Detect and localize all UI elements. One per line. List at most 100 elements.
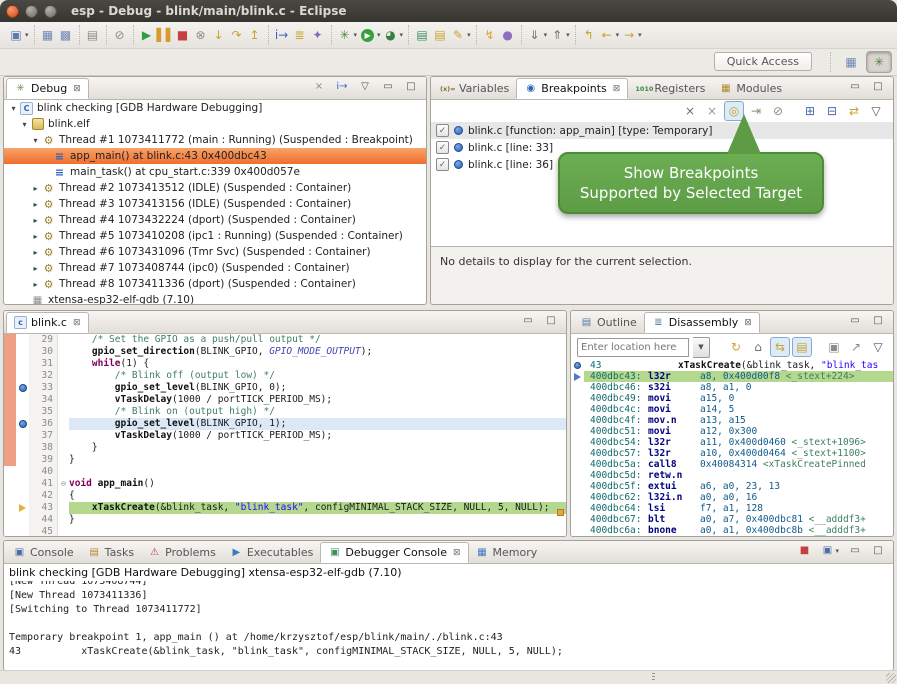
- disasm-row[interactable]: 400dbc64:lsif7, a1, 128: [571, 503, 893, 514]
- disasm-row[interactable]: 400dbc51:movia12, 0x300: [571, 426, 893, 437]
- sphere-button[interactable]: ●: [499, 26, 517, 44]
- debug-tree-item[interactable]: ▸⚙Thread #6 1073431096 (Tmr Svc) (Suspen…: [4, 244, 426, 260]
- disasm-row[interactable]: 400dbc4f:mov.na13, a15: [571, 415, 893, 426]
- terminate-console-button[interactable]: ■: [796, 542, 812, 560]
- debug-tree-item[interactable]: ▸⚙Thread #4 1073432224 (dport) (Suspende…: [4, 212, 426, 228]
- code-line[interactable]: 41⊖void app_main(): [4, 478, 566, 490]
- new-cpp-project-button[interactable]: ▤: [413, 26, 431, 44]
- breakpoint-margin[interactable]: [16, 454, 29, 466]
- debug-launch-button[interactable]: ✳▾: [336, 26, 359, 44]
- disasm-row[interactable]: 400dbc57:l32ra10, 0x400d0464 <_stext+110…: [571, 448, 893, 459]
- new-wizard-button[interactable]: ▣▾: [7, 26, 30, 44]
- expander-icon[interactable]: ▸: [30, 264, 41, 273]
- skip-all-breakpoints-toggle[interactable]: ⊘: [769, 102, 787, 120]
- breakpoint-margin[interactable]: [16, 514, 29, 526]
- code-line[interactable]: 36 gpio_set_level(BLINK_GPIO, 1);: [4, 418, 566, 430]
- breakpoint-margin[interactable]: [16, 346, 29, 358]
- code-line[interactable]: 45: [4, 526, 566, 537]
- debug-tree-item[interactable]: ≡main_task() at cpu_start.c:339 0x400d05…: [4, 164, 426, 180]
- disasm-row[interactable]: 400dbc54:l32ra11, 0x400d0460 <_stext+109…: [571, 437, 893, 448]
- location-input[interactable]: [577, 338, 689, 357]
- step-over-button[interactable]: ↷: [228, 26, 246, 44]
- link-with-debug-button[interactable]: ⇄: [845, 102, 863, 120]
- collapse-all-button[interactable]: ⊟: [823, 102, 841, 120]
- remove-breakpoint-button[interactable]: ×: [681, 102, 699, 120]
- step-into-button[interactable]: ↓: [210, 26, 228, 44]
- use-step-filters-button[interactable]: ≣: [291, 26, 309, 44]
- breakpoint-margin[interactable]: [16, 466, 29, 478]
- expander-icon[interactable]: ▸: [30, 200, 41, 209]
- disassembly-listing[interactable]: 43xTaskCreate(&blink_task, "blink_tas400…: [571, 360, 893, 536]
- sash-grip[interactable]: [652, 673, 655, 682]
- disasm-row[interactable]: 400dbc67:blta0, a7, 0x400dbc81 <__adddf3…: [571, 514, 893, 525]
- expander-icon[interactable]: ▾: [8, 104, 19, 113]
- breakpoint-margin[interactable]: [16, 490, 29, 502]
- fold-icon[interactable]: ⊖: [58, 478, 69, 490]
- breakpoint-margin[interactable]: [16, 370, 29, 382]
- copy-button[interactable]: ▣: [825, 338, 843, 356]
- code-line[interactable]: 34 vTaskDelay(1000 / portTICK_PERIOD_MS)…: [4, 394, 566, 406]
- build-binary-button[interactable]: ▤: [84, 26, 102, 44]
- disasm-row[interactable]: 400dbc5d:retw.n: [571, 470, 893, 481]
- expander-icon[interactable]: ▸: [30, 184, 41, 193]
- remove-all-breakpoints-button[interactable]: ×: [703, 102, 721, 120]
- view-tab-variables[interactable]: (x)=Variables: [433, 78, 516, 99]
- expand-all-button[interactable]: ⊞: [801, 102, 819, 120]
- code-line[interactable]: 40: [4, 466, 566, 478]
- view-menu-button[interactable]: ▽: [867, 102, 885, 120]
- code-line[interactable]: 30 gpio_set_direction(BLINK_GPIO, GPIO_M…: [4, 346, 566, 358]
- debug-tree-item[interactable]: ≡app_main() at blink.c:43 0x400dbc43: [4, 148, 426, 164]
- code-line[interactable]: 31 while(1) {: [4, 358, 566, 370]
- disasm-row[interactable]: 400dbc4c:movia14, 5: [571, 404, 893, 415]
- close-window-button[interactable]: [6, 5, 19, 18]
- debug-tree-item[interactable]: ▾⚙Thread #1 1073411772 (main : Running) …: [4, 132, 426, 148]
- console-tab-executables[interactable]: ▶Executables: [223, 542, 321, 563]
- code-editor[interactable]: 29 /* Set the GPIO as a push/pull output…: [4, 334, 566, 537]
- maximize-button[interactable]: □: [870, 312, 886, 330]
- breakpoint-marker-icon[interactable]: [19, 420, 27, 428]
- terminate-button[interactable]: ■: [174, 26, 192, 44]
- home-button[interactable]: ⌂: [749, 338, 767, 356]
- debug-tree-item[interactable]: ▸⚙Thread #2 1073413512 (IDLE) (Suspended…: [4, 180, 426, 196]
- view-menu-button[interactable]: ▽: [357, 78, 373, 96]
- disasm-row[interactable]: 400dbc43:l32ra8, 0x400d00f8 <_stext+224>: [571, 371, 893, 382]
- disasm-row[interactable]: 400dbc5f:extuia6, a0, 23, 13: [571, 481, 893, 492]
- close-tab-icon[interactable]: ⊠: [73, 318, 81, 328]
- maximize-button[interactable]: □: [403, 78, 419, 96]
- breakpoint-margin[interactable]: [16, 418, 29, 430]
- maximize-window-button[interactable]: [44, 5, 57, 18]
- view-tab-outline[interactable]: ▤Outline: [573, 312, 644, 333]
- code-line[interactable]: 43 xTaskCreate(&blink_task, "blink_task"…: [4, 502, 566, 514]
- resize-grip[interactable]: [886, 673, 896, 683]
- code-line[interactable]: 35 /* Blink on (output high) */: [4, 406, 566, 418]
- code-line[interactable]: 42{: [4, 490, 566, 502]
- disasm-row[interactable]: 43xTaskCreate(&blink_task, "blink_tas: [571, 360, 893, 371]
- maximize-button[interactable]: □: [870, 78, 886, 96]
- next-annotation-button[interactable]: ⇓▾: [526, 26, 549, 44]
- breakpoint-margin[interactable]: [16, 382, 29, 394]
- breakpoint-checkbox[interactable]: ✓: [436, 124, 449, 137]
- debug-tab-debug[interactable]: ✳Debug⊠: [6, 78, 89, 99]
- forward-button[interactable]: →▾: [620, 26, 643, 44]
- debug-tree-item[interactable]: ▾blink.elf: [4, 116, 426, 132]
- step-return-button[interactable]: ↥: [246, 26, 264, 44]
- breakpoint-checkbox[interactable]: ✓: [436, 141, 449, 154]
- minimize-window-button[interactable]: [25, 5, 38, 18]
- launch-config-button[interactable]: ✎▾: [449, 26, 472, 44]
- code-line[interactable]: 29 /* Set the GPIO as a push/pull output…: [4, 334, 566, 346]
- expander-icon[interactable]: ▾: [19, 120, 30, 129]
- debug-tree-item[interactable]: ▦xtensa-esp32-elf-gdb (7.10): [4, 292, 426, 305]
- skip-all-breakpoints-button[interactable]: ⊘: [111, 26, 129, 44]
- close-tab-icon[interactable]: ⊠: [744, 318, 752, 328]
- expander-icon[interactable]: ▸: [30, 232, 41, 241]
- minimize-button[interactable]: ▭: [847, 542, 863, 560]
- quick-access-button[interactable]: Quick Access: [714, 52, 812, 71]
- debug-tree-item[interactable]: ▸⚙Thread #5 1073410208 (ipc1 : Running) …: [4, 228, 426, 244]
- remove-all-terminated-button[interactable]: ×: [311, 78, 327, 96]
- console-tab-debugger-console[interactable]: ▣Debugger Console⊠: [320, 542, 468, 563]
- sync-context-button[interactable]: ⇆: [771, 338, 789, 356]
- save-all-button[interactable]: ▩: [57, 26, 75, 44]
- disconnect-button[interactable]: ⊗: [192, 26, 210, 44]
- minimize-button[interactable]: ▭: [380, 78, 396, 96]
- display-console-button[interactable]: ▣▾: [819, 542, 840, 560]
